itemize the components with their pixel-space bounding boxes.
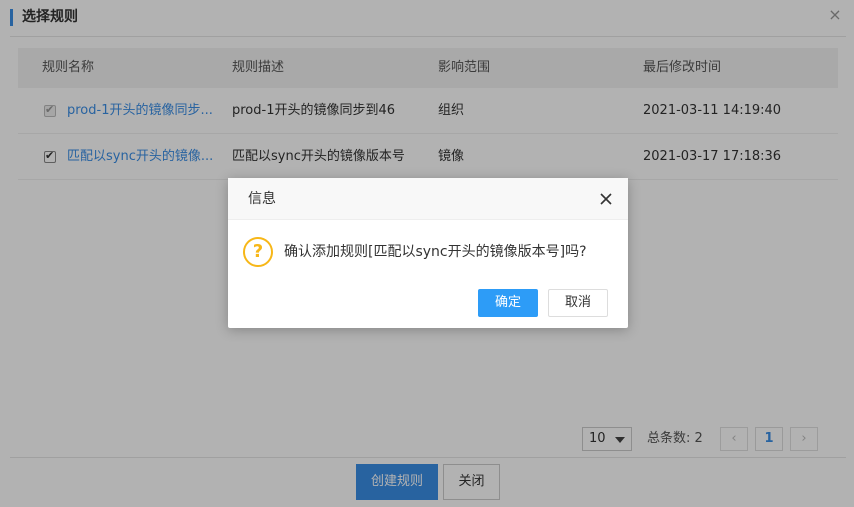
dialog-header: 信息 [228, 178, 628, 220]
dialog-message: 确认添加规则[匹配以sync开头的镜像版本号]吗? [284, 244, 587, 260]
question-icon: ? [243, 237, 273, 267]
dialog-title: 信息 [248, 191, 276, 207]
confirm-button[interactable]: 确定 [478, 289, 538, 317]
cancel-button[interactable]: 取消 [548, 289, 608, 317]
close-icon[interactable] [598, 191, 614, 207]
confirm-dialog: 信息 ? 确认添加规则[匹配以sync开头的镜像版本号]吗? 确定 取消 [228, 178, 628, 328]
